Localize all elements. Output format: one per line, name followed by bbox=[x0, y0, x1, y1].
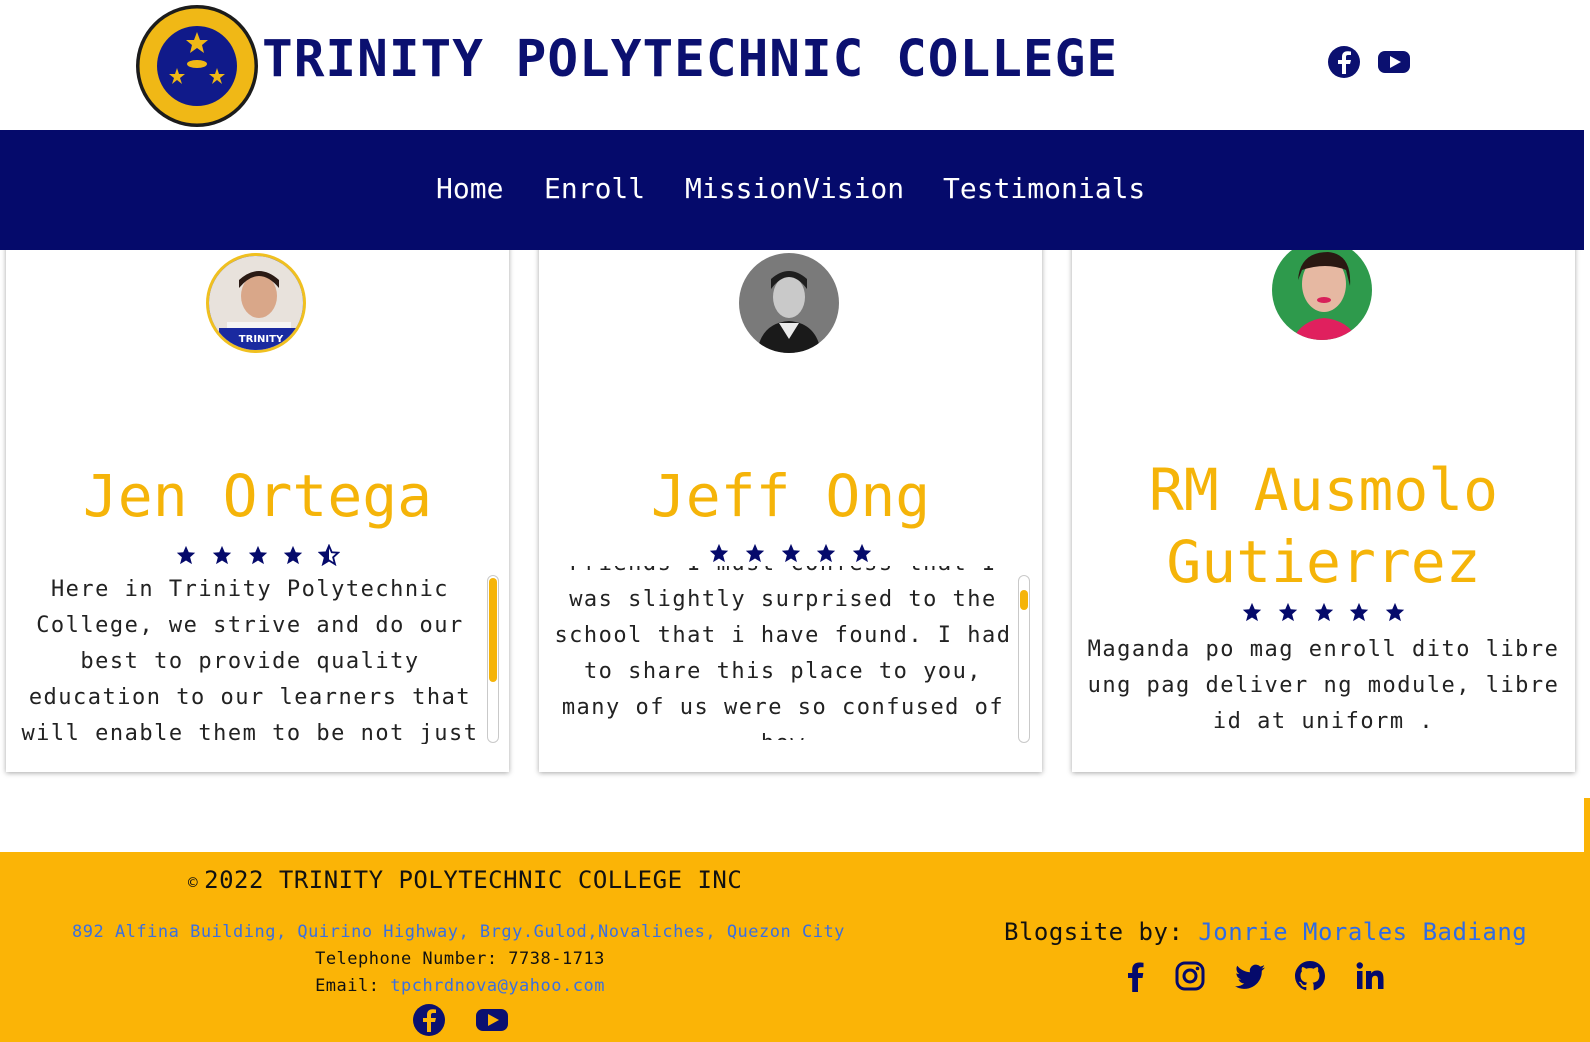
star-half-icon bbox=[317, 543, 341, 567]
review-scrollbar[interactable] bbox=[487, 575, 499, 743]
star-icon bbox=[745, 543, 765, 563]
scrollbar-thumb[interactable] bbox=[489, 578, 497, 682]
site-title: TRINITY POLYTECHNIC COLLEGE bbox=[262, 30, 1119, 89]
star-icon bbox=[177, 545, 196, 565]
review-text: Friends I must confess that I was slight… bbox=[554, 566, 1012, 740]
page: TRINITY POLYTECHNIC COLLEGE Home Enroll … bbox=[0, 0, 1590, 1042]
avatar bbox=[1272, 240, 1372, 340]
testimonial-card: Jeff Ong Friends I must confess that I w… bbox=[539, 220, 1042, 772]
copyright: © 2022 TRINITY POLYTECHNIC COLLEGE INC bbox=[188, 866, 742, 894]
avatar: TRINITY bbox=[206, 253, 306, 353]
nav-home[interactable]: Home bbox=[436, 172, 503, 205]
site-footer: © 2022 TRINITY POLYTECHNIC COLLEGE INC 89… bbox=[0, 852, 1590, 1042]
testimonial-card: TRINITY Jen Ortega Here in Trinity Polyt… bbox=[6, 220, 509, 772]
review-scroll-area[interactable]: Here in Trinity Polytechnic College, we … bbox=[20, 572, 480, 744]
nav-enroll[interactable]: Enroll bbox=[544, 172, 645, 205]
star-icon bbox=[1314, 602, 1333, 622]
review-scrollbar[interactable] bbox=[1018, 575, 1030, 743]
star-icon bbox=[212, 545, 232, 565]
page-edge-accent bbox=[1584, 798, 1590, 852]
facebook-icon[interactable] bbox=[411, 1002, 447, 1038]
star-icon bbox=[852, 543, 871, 563]
star-icon bbox=[283, 545, 303, 565]
star-icon bbox=[1349, 602, 1369, 622]
star-icon bbox=[1243, 602, 1262, 622]
testimonial-card: RM Ausmolo Gutierrez Maganda po mag enro… bbox=[1072, 220, 1575, 772]
email-line: Email: tpchrdnova@yahoo.com bbox=[0, 976, 920, 996]
email-label: Email: bbox=[315, 976, 380, 996]
github-icon[interactable] bbox=[1292, 958, 1328, 994]
review-text: Here in Trinity Polytechnic College, we … bbox=[21, 577, 479, 744]
copyright-symbol: © bbox=[188, 873, 199, 892]
blog-label: Blogsite by: bbox=[1004, 918, 1184, 946]
phone-number: Telephone Number: 7738-1713 bbox=[315, 949, 605, 969]
site-header: TRINITY POLYTECHNIC COLLEGE bbox=[0, 0, 1584, 130]
rating-stars bbox=[6, 543, 509, 570]
blog-credit: Blogsite by: Jonrie Morales Badiang bbox=[1004, 918, 1527, 946]
facebook-icon[interactable] bbox=[1326, 44, 1362, 80]
svg-text:TRINITY: TRINITY bbox=[239, 334, 284, 345]
avatar bbox=[739, 253, 839, 353]
star-icon bbox=[248, 545, 267, 565]
review-area: Maganda po mag enroll dito libre ung pag… bbox=[1086, 632, 1561, 752]
testimonial-name: RM Ausmolo Gutierrez bbox=[1148, 456, 1499, 596]
star-icon bbox=[1278, 602, 1298, 622]
star-icon bbox=[781, 543, 800, 563]
copyright-text: 2022 TRINITY POLYTECHNIC COLLEGE INC bbox=[204, 866, 743, 894]
star-icon bbox=[816, 543, 836, 563]
linkedin-icon[interactable] bbox=[1352, 958, 1388, 994]
email-link[interactable]: tpchrdnova@yahoo.com bbox=[390, 976, 605, 996]
nav-missionvision[interactable]: MissionVision bbox=[685, 172, 904, 205]
star-icon bbox=[1385, 602, 1404, 622]
review-scroll-area[interactable]: Friends I must confess that I was slight… bbox=[551, 566, 1015, 740]
address-link[interactable]: 892 Alfina Building, Quirino Highway, Br… bbox=[72, 922, 845, 942]
blog-author-link[interactable]: Jonrie Morales Badiang bbox=[1198, 918, 1527, 946]
youtube-icon[interactable] bbox=[1376, 44, 1412, 80]
nav-testimonials[interactable]: Testimonials bbox=[943, 172, 1145, 205]
instagram-icon[interactable] bbox=[1172, 958, 1208, 994]
review-text: Maganda po mag enroll dito libre ung pag… bbox=[1087, 637, 1560, 734]
rating-stars bbox=[539, 542, 1042, 568]
scrollbar-thumb[interactable] bbox=[1020, 590, 1028, 610]
rating-stars bbox=[1072, 601, 1575, 627]
testimonial-name: Jen Ortega bbox=[82, 462, 433, 530]
college-logo[interactable] bbox=[135, 4, 259, 128]
facebook-f-icon[interactable] bbox=[1118, 958, 1154, 994]
youtube-icon[interactable] bbox=[474, 1002, 510, 1038]
star-icon bbox=[710, 543, 729, 563]
testimonial-name: Jeff Ong bbox=[650, 462, 931, 530]
main-nav: Home Enroll MissionVision Testimonials bbox=[0, 130, 1584, 250]
twitter-icon[interactable] bbox=[1232, 958, 1268, 994]
